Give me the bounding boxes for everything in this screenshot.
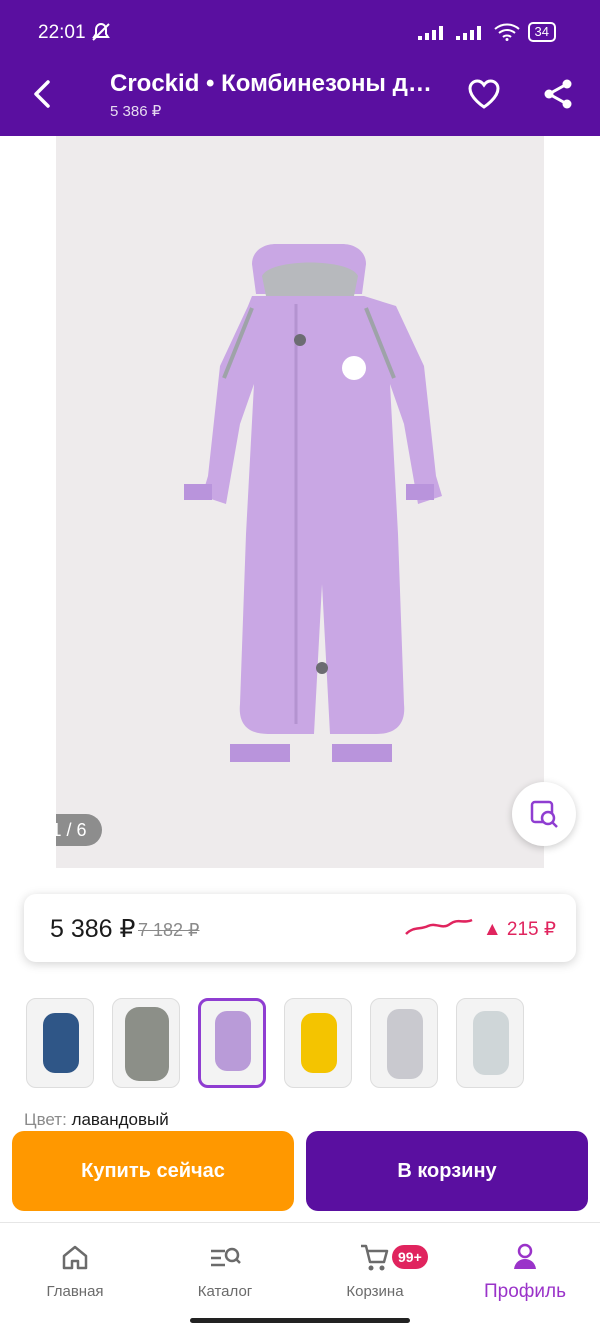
thumbnail-swatch bbox=[125, 1007, 169, 1081]
thumbnail-swatch bbox=[215, 1011, 251, 1071]
share-icon[interactable] bbox=[540, 76, 576, 112]
thumbnail-swatch bbox=[473, 1011, 509, 1075]
price-history-sparkline[interactable] bbox=[404, 914, 474, 938]
visual-search-button[interactable] bbox=[512, 782, 576, 846]
page-title: Crockid • Комбинезоны д… bbox=[110, 70, 432, 97]
nav-home[interactable]: Главная bbox=[0, 1237, 150, 1300]
favorite-heart-icon[interactable] bbox=[466, 76, 502, 112]
status-time: 22:01 bbox=[38, 22, 86, 43]
image-search-icon bbox=[530, 800, 558, 828]
signal-icon-2 bbox=[455, 26, 481, 40]
nav-profile-label: Профиль bbox=[483, 1281, 567, 1302]
price-card: 5 386 ₽ 7 182 ₽ ▲ 215 ₽ bbox=[24, 894, 576, 962]
bell-muted-icon bbox=[92, 22, 110, 41]
price-change: ▲ 215 ₽ bbox=[482, 919, 556, 940]
app-bar: Crockid • Комбинезоны д… 5 386 ₽ bbox=[0, 52, 600, 136]
product-image-gallery[interactable]: 1 / 6 bbox=[56, 136, 544, 868]
thumbnail-grey-print[interactable] bbox=[112, 998, 180, 1088]
nav-catalog-label: Каталог bbox=[197, 1283, 253, 1300]
color-label: Цвет: bbox=[24, 1110, 67, 1129]
image-counter: 1 / 6 bbox=[56, 814, 102, 846]
thumbnail-print[interactable] bbox=[370, 998, 438, 1088]
thumbnail-yellow[interactable] bbox=[284, 998, 352, 1088]
bottom-navigation: Главная Каталог 99+ Корзина Профиль bbox=[0, 1222, 600, 1332]
add-to-cart-button[interactable]: В корзину bbox=[306, 1131, 588, 1211]
selected-color: Цвет: лавандовый bbox=[24, 1110, 169, 1130]
product-jumpsuit-image bbox=[184, 244, 442, 762]
nav-cart[interactable]: 99+ Корзина bbox=[300, 1237, 450, 1300]
nav-catalog[interactable]: Каталог bbox=[150, 1237, 300, 1300]
cart-icon bbox=[361, 1244, 389, 1271]
thumbnail-lavender[interactable] bbox=[198, 998, 266, 1088]
signal-icon bbox=[417, 26, 443, 40]
thumbnail-swatch bbox=[301, 1013, 337, 1073]
thumbnail-light-grey[interactable] bbox=[456, 998, 524, 1088]
nav-profile[interactable]: Профиль bbox=[450, 1237, 600, 1303]
old-price: 7 182 ₽ bbox=[138, 920, 200, 940]
wifi-icon bbox=[493, 23, 520, 41]
catalog-search-icon bbox=[211, 1247, 241, 1267]
header-price: 5 386 ₽ bbox=[110, 103, 162, 120]
battery-icon: 34 bbox=[527, 22, 556, 42]
status-bar: 22:01 34 bbox=[0, 0, 600, 52]
status-icons: 34 bbox=[417, 22, 556, 42]
profile-icon bbox=[514, 1243, 536, 1269]
cart-badge: 99+ bbox=[392, 1245, 428, 1269]
home-icon bbox=[62, 1245, 88, 1270]
back-arrow-icon[interactable] bbox=[24, 74, 64, 114]
thumbnail-navy[interactable] bbox=[26, 998, 94, 1088]
color-variant-thumbnails bbox=[26, 998, 586, 1090]
home-indicator bbox=[190, 1318, 410, 1323]
thumbnail-swatch bbox=[387, 1009, 423, 1079]
thumbnail-swatch bbox=[43, 1013, 79, 1073]
current-price: 5 386 ₽ bbox=[50, 915, 136, 943]
color-value: лавандовый bbox=[71, 1110, 169, 1129]
nav-home-label: Главная bbox=[46, 1283, 104, 1300]
nav-cart-label: Корзина bbox=[346, 1283, 404, 1300]
buy-now-button[interactable]: Купить сейчас bbox=[12, 1131, 294, 1211]
